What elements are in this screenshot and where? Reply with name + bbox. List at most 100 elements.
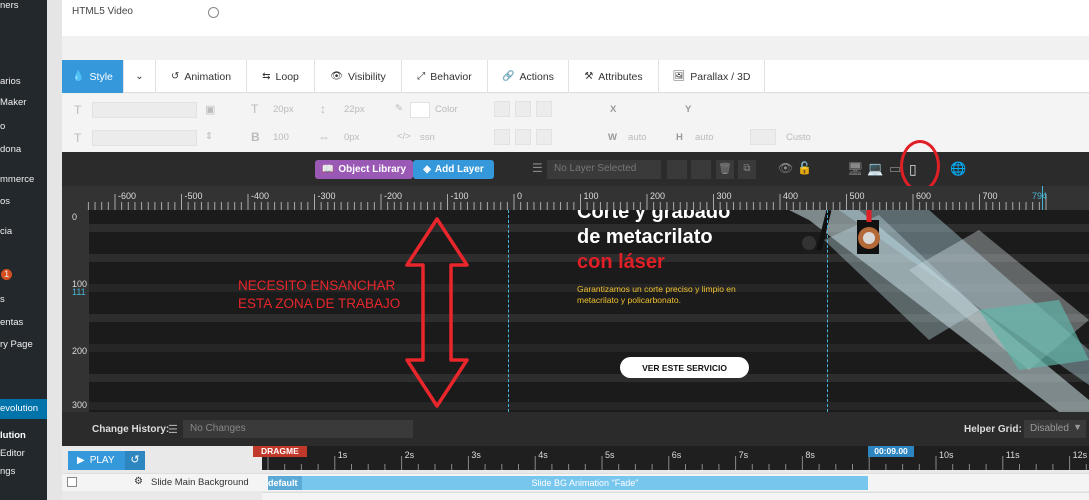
timeline-history-icon[interactable]: ↺ (125, 451, 145, 470)
save-icon[interactable]: ▣ (205, 103, 215, 116)
cover-mode-icon[interactable] (750, 129, 776, 145)
ruler-label: -500 (184, 191, 203, 201)
sidebar-item[interactable]: arios (0, 76, 21, 87)
tab-more[interactable]: ⌄ (124, 60, 156, 93)
headline-line2[interactable]: de metacrilato (577, 226, 713, 249)
sidebar-item[interactable]: os (0, 196, 10, 207)
custom-size-value[interactable]: Custo (786, 132, 811, 143)
tab-label: Loop (275, 70, 299, 83)
stepper-icon[interactable]: ⇕ (205, 131, 213, 142)
headline-line1[interactable]: Corte y grabado (577, 210, 730, 224)
horizontal-ruler: -600 -500 -400 -300 -200 -100 0 100 200 300 400 500… (62, 186, 1089, 210)
sidebar-item[interactable]: ngs (0, 466, 15, 477)
default-label: default (268, 476, 302, 490)
helper-grid-select[interactable]: Disabled ▼ (1024, 420, 1086, 438)
add-layer-button[interactable]: ◈ Add Layer (413, 160, 494, 179)
unlock-icon[interactable]: 🔓 (797, 161, 812, 175)
height-value[interactable]: auto (695, 132, 714, 143)
codeset-value[interactable]: ssn (420, 132, 435, 143)
annotation-text: NECESITO ENSANCHAR ESTA ZONA DE TRABAJO (238, 278, 401, 311)
x-position-label: X (610, 104, 617, 115)
subtext[interactable]: Garantizamos un corte preciso y limpio e… (577, 284, 752, 306)
link-icon: 🔗 (502, 71, 515, 82)
eye-visibility-icon[interactable]: 👁 (778, 161, 793, 175)
ruler-label: 200 (650, 191, 666, 201)
wrench-icon: ⚒ (584, 71, 594, 82)
gear-icon[interactable]: ⚙ (134, 476, 143, 487)
sidebar-item[interactable]: ry Page (0, 339, 33, 350)
font-family-icon-2: T (74, 131, 82, 145)
object-library-button[interactable]: 📖 Object Library (315, 160, 413, 179)
notebook-view-icon[interactable]: 💻 (867, 161, 883, 177)
ruler-label: 400 (783, 191, 799, 201)
sidebar-item[interactable]: cia (0, 226, 12, 237)
sidebar-item[interactable]: Editor (0, 448, 25, 459)
tab-loop[interactable]: ⇆ Loop (247, 60, 315, 93)
tab-parallax-3d[interactable]: 🖼 Parallax / 3D (659, 60, 765, 93)
sidebar-item[interactable]: lution (0, 430, 26, 441)
change-history-label: Change History: (92, 424, 170, 435)
sidebar-item[interactable]: evolution (0, 399, 47, 419)
bg-animation-bar[interactable]: Slide BG Animation "Fade" (302, 476, 868, 490)
y-position-label: Y (685, 104, 692, 115)
sidebar-item[interactable]: entas (0, 317, 23, 328)
helper-grid-label: Helper Grid: (964, 424, 1022, 435)
line-height-value[interactable]: 22px (344, 104, 365, 115)
valign-middle-icon[interactable] (515, 129, 531, 145)
timeline-tick-label: 8s (805, 450, 815, 460)
style-toolbar: T ▣ T 20px ↕ 22px ✎ Color X Y T ⇕ B 100 … (62, 94, 1089, 152)
color-label: Color (435, 104, 458, 115)
tab-label: Animation (184, 70, 232, 83)
sidebar-item[interactable]: o (0, 121, 5, 132)
tab-style[interactable]: 💧 Style (62, 60, 124, 93)
font-style-select[interactable] (92, 130, 197, 146)
valign-top-icon[interactable] (494, 129, 510, 145)
trash-icon[interactable]: 🗑 (716, 160, 734, 179)
headline-line3[interactable]: con láser (577, 251, 665, 274)
change-history-select[interactable]: No Changes (183, 420, 413, 438)
tab-label: Behavior (430, 70, 472, 83)
align-right-icon[interactable] (536, 101, 552, 117)
tab-attributes[interactable]: ⚒ Attributes (569, 60, 659, 93)
row-checkbox[interactable] (67, 477, 77, 487)
layer-field-2[interactable] (691, 160, 711, 179)
tab-behavior[interactable]: ⤢ Behavior (402, 60, 488, 93)
sidebar-gutter (47, 0, 62, 500)
width-marker (1042, 186, 1043, 210)
font-weight-value[interactable]: 100 (273, 132, 289, 143)
pencil-icon: ✎ (395, 103, 403, 114)
layer-field-1[interactable] (667, 160, 687, 179)
sidebar-item[interactable]: dona (0, 144, 21, 155)
sidebar-item[interactable]: s (0, 294, 5, 305)
eye-icon: 👁 (330, 71, 343, 82)
sidebar-item[interactable]: mmerce (0, 174, 34, 185)
font-size-value[interactable]: 20px (273, 104, 294, 115)
cta-button[interactable]: VER ESTE SERVICIO (620, 357, 749, 378)
width-value[interactable]: auto (628, 132, 647, 143)
desktop-view-icon[interactable]: 🖥 (847, 161, 864, 177)
chevron-down-icon: ▼ (1073, 422, 1082, 432)
letter-spacing-value[interactable]: 0px (344, 132, 359, 143)
end-time-marker[interactable]: 00:09.00 (868, 446, 914, 457)
ruler-label: 700 (982, 191, 998, 201)
sidebar-item[interactable]: Maker (0, 97, 26, 108)
slide-canvas[interactable]: Corte y grabado de metacrilato con láser… (89, 210, 1089, 412)
font-weight-icon: B (251, 130, 260, 144)
align-left-icon[interactable] (494, 101, 510, 117)
duplicate-icon[interactable]: ⧉ (738, 160, 756, 179)
align-center-icon[interactable] (515, 101, 531, 117)
color-swatch[interactable] (410, 102, 430, 118)
tab-animation[interactable]: ↺ Animation (156, 60, 247, 93)
globe-settings-icon[interactable]: 🌐 (950, 161, 966, 177)
layer-selector[interactable]: No Layer Selected (547, 160, 661, 179)
tab-visibility[interactable]: 👁 Visibility (315, 60, 402, 93)
tab-actions[interactable]: 🔗 Actions (488, 60, 569, 93)
list-icon[interactable]: ☰ (532, 161, 543, 175)
valign-bottom-icon[interactable] (536, 129, 552, 145)
sidebar-item[interactable]: ners (0, 0, 18, 11)
timeline-tick-label: 10s (939, 450, 954, 460)
html5-video-radio[interactable] (208, 7, 219, 18)
font-family-select[interactable] (92, 102, 197, 118)
history-list-icon[interactable]: ☰ (168, 423, 178, 436)
dragme-handle[interactable]: DRAGME (253, 446, 307, 457)
